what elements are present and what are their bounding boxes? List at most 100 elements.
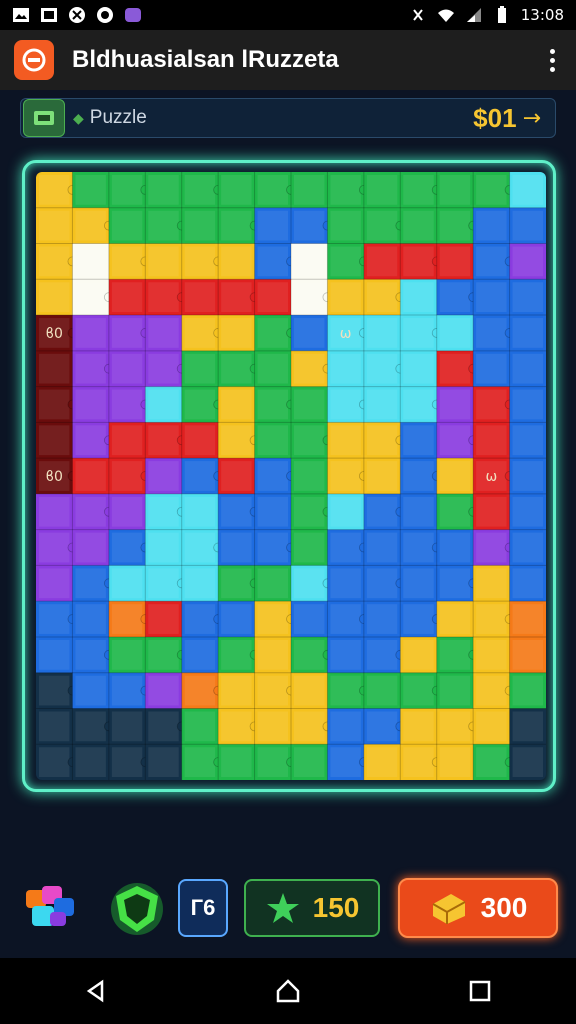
- piece-highlight: [512, 639, 543, 670]
- piece-highlight: [439, 747, 471, 777]
- system-nav-bar: [0, 958, 576, 1024]
- battery-icon: [497, 6, 506, 23]
- score-button[interactable]: 150: [244, 879, 380, 937]
- piece-highlight: [111, 461, 143, 491]
- piece-highlight: [403, 353, 434, 384]
- piece-highlight: [221, 604, 252, 634]
- piece-highlight: [294, 425, 325, 456]
- piece-highlight: [476, 496, 507, 527]
- piece-highlight: [257, 318, 288, 348]
- piece-highlight: [257, 461, 288, 491]
- piece-highlight: [257, 282, 288, 313]
- piece-highlight: [403, 496, 434, 527]
- piece-highlight: [403, 711, 434, 742]
- piece-highlight: [221, 318, 252, 348]
- piece-highlight: [257, 246, 288, 277]
- piece-highlight: [184, 532, 216, 563]
- puzzle-board[interactable]: ϐ0 ϐ0 ω ω: [36, 172, 546, 780]
- puzzle-pieces-icon[interactable]: [20, 880, 84, 942]
- home-icon[interactable]: [268, 971, 308, 1011]
- piece-highlight: [257, 639, 288, 670]
- piece-highlight: [403, 675, 434, 706]
- green-shield-icon[interactable]: [108, 880, 166, 942]
- piece-highlight: [111, 425, 143, 456]
- piece-highlight: [476, 639, 507, 670]
- piece-highlight: [330, 639, 361, 670]
- piece-highlight: [476, 425, 507, 456]
- piece-highlight: [184, 496, 216, 527]
- piece-highlight: [330, 389, 361, 420]
- piece-highlight: [330, 675, 361, 706]
- piece-highlight: [111, 568, 143, 599]
- piece-highlight: [257, 425, 288, 456]
- piece-highlight: [512, 532, 543, 563]
- piece-highlight: [439, 711, 471, 742]
- kebab-menu-icon[interactable]: [542, 40, 562, 80]
- piece-highlight: [75, 353, 106, 384]
- piece-highlight: [184, 175, 216, 205]
- piece-highlight: [221, 639, 252, 670]
- piece-highlight: [476, 532, 507, 563]
- piece-highlight: [111, 175, 143, 205]
- piece-highlight: [257, 353, 288, 384]
- recents-icon[interactable]: [460, 971, 500, 1011]
- piece-highlight: [75, 711, 106, 742]
- piece-highlight: [512, 568, 543, 599]
- coins-button[interactable]: 300: [398, 878, 558, 938]
- piece-highlight: [439, 604, 471, 634]
- piece-highlight: [184, 639, 216, 670]
- piece-highlight: [439, 639, 471, 670]
- piece-highlight: [294, 389, 325, 420]
- piece-highlight: [184, 461, 216, 491]
- app-logo-icon[interactable]: [14, 40, 54, 80]
- piece-highlight: [257, 210, 288, 241]
- piece-highlight: [148, 353, 179, 384]
- piece-highlight: [476, 568, 507, 599]
- piece-highlight: [111, 675, 143, 706]
- piece-highlight: [294, 175, 325, 205]
- piece-highlight: [39, 389, 70, 420]
- piece-highlight: [366, 175, 398, 205]
- piece-highlight: [39, 675, 70, 706]
- piece-highlight: [366, 246, 398, 277]
- piece-highlight: [403, 639, 434, 670]
- piece-highlight: [476, 210, 507, 241]
- status-bar: 13:08: [0, 0, 576, 30]
- piece-highlight: [148, 246, 179, 277]
- piece-highlight: [439, 568, 471, 599]
- piece-highlight: [366, 210, 398, 241]
- piece-highlight: [476, 675, 507, 706]
- piece-highlight: [476, 604, 507, 634]
- screen-icon[interactable]: [23, 99, 65, 137]
- cell-label: ϐ0: [45, 469, 63, 485]
- back-icon[interactable]: [76, 971, 116, 1011]
- piece-highlight: [148, 175, 179, 205]
- piece-highlight: [366, 675, 398, 706]
- piece-highlight: [39, 568, 70, 599]
- piece-highlight: [366, 318, 398, 348]
- piece-highlight: [439, 246, 471, 277]
- piece-highlight: [476, 353, 507, 384]
- piece-highlight: [512, 389, 543, 420]
- piece-highlight: [257, 175, 288, 205]
- piece-highlight: [439, 675, 471, 706]
- piece-highlight: [184, 389, 216, 420]
- piece-highlight: [330, 353, 361, 384]
- piece-highlight: [512, 175, 543, 205]
- piece-highlight: [403, 532, 434, 563]
- piece-highlight: [330, 496, 361, 527]
- piece-highlight: [439, 425, 471, 456]
- piece-highlight: [148, 532, 179, 563]
- counter-button[interactable]: Г6: [178, 879, 228, 937]
- puzzle-label: Puzzle: [89, 107, 147, 128]
- piece-highlight: [221, 532, 252, 563]
- piece-highlight: [439, 210, 471, 241]
- arrow-right-icon[interactable]: →: [523, 106, 541, 131]
- photo-icon: [41, 8, 57, 22]
- piece-highlight: [439, 496, 471, 527]
- piece-highlight: [330, 604, 361, 634]
- piece-highlight: [221, 246, 252, 277]
- piece-highlight: [330, 175, 361, 205]
- piece-highlight: [403, 461, 434, 491]
- piece-highlight: [111, 604, 143, 634]
